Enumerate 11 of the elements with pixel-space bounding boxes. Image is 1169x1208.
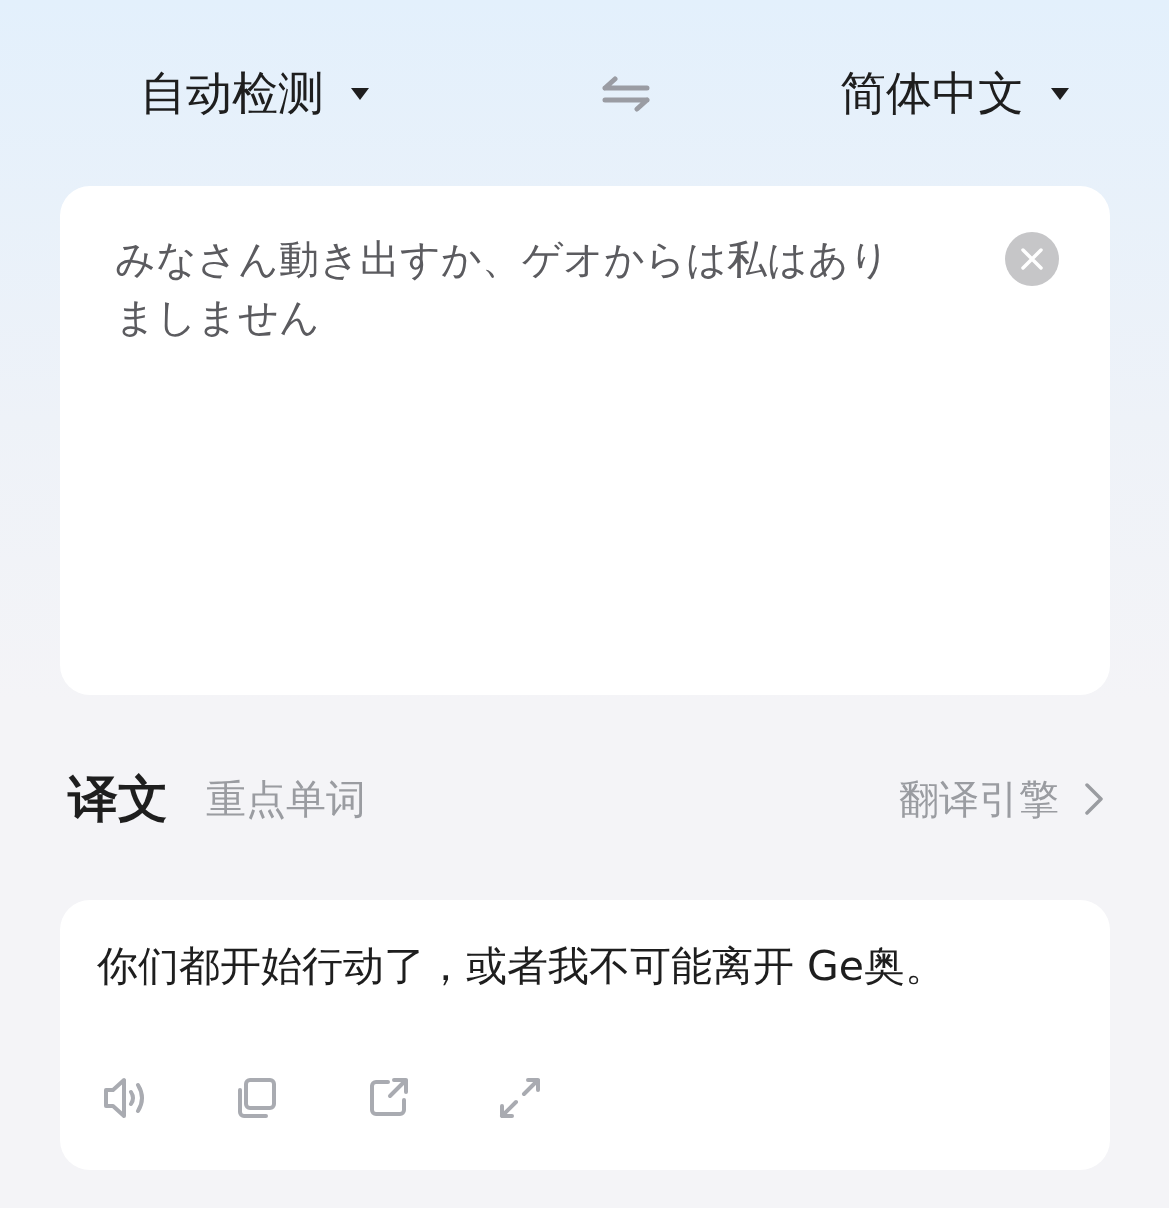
source-language-dropdown[interactable]: 自动检测 bbox=[140, 63, 370, 125]
dropdown-caret-icon bbox=[1050, 87, 1070, 101]
source-text-input[interactable]: みなさん動き出すか、ゲオからは私はありましません bbox=[115, 230, 920, 346]
swap-icon[interactable] bbox=[602, 76, 650, 112]
close-icon bbox=[1021, 248, 1043, 270]
chevron-right-icon bbox=[1085, 783, 1103, 815]
result-tab[interactable]: 译文 bbox=[68, 765, 168, 833]
translated-text: 你们都开始行动了，或者我不可能离开 Ge奥。 bbox=[97, 941, 948, 992]
target-language-dropdown[interactable]: 简体中文 bbox=[840, 63, 1070, 125]
dropdown-caret-icon bbox=[350, 87, 370, 101]
clear-button[interactable] bbox=[1005, 232, 1059, 286]
